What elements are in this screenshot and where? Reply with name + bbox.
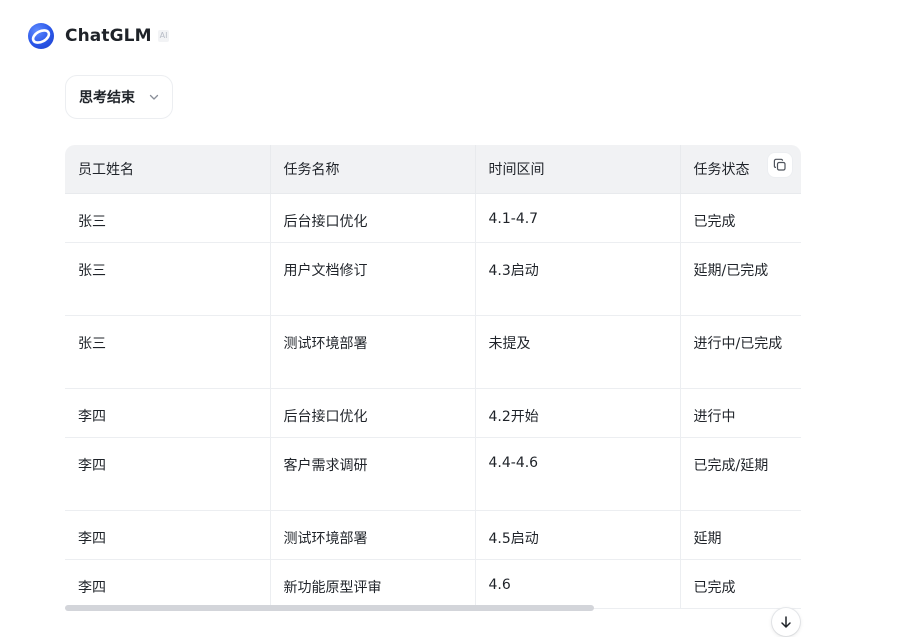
table-cell: 张三 xyxy=(65,315,271,389)
table-cell: 张三 xyxy=(65,193,271,243)
copy-table-button[interactable] xyxy=(768,153,792,177)
table-cell: 4.3启动 xyxy=(475,242,681,316)
brand: ChatGLM AI xyxy=(28,23,170,49)
table-cell: 张三 xyxy=(65,242,271,316)
table-cell: 李四 xyxy=(65,510,271,560)
table-row: 李四 客户需求调研 4.4-4.6 已完成/延期 xyxy=(65,437,801,511)
table-row: 张三 后台接口优化 4.1-4.7 已完成 xyxy=(65,193,801,243)
table-cell: 测试环境部署 xyxy=(270,315,476,389)
column-header: 员工姓名 xyxy=(65,145,271,194)
table-cell: 4.4-4.6 xyxy=(475,437,681,511)
table-cell: 李四 xyxy=(65,437,271,511)
table-cell: 已完成 xyxy=(680,559,801,609)
table-row: 李四 测试环境部署 4.5启动 延期 xyxy=(65,510,801,560)
table-cell: 后台接口优化 xyxy=(270,388,476,438)
chatglm-logo-icon xyxy=(28,23,54,49)
table-cell: 4.1-4.7 xyxy=(475,193,681,243)
chat-page: ChatGLM AI 思考结束 员工姓名 任务名称 时间区间 任务状态 张三 后… xyxy=(0,0,897,637)
column-header: 时间区间 xyxy=(475,145,681,194)
table-cell: 后台接口优化 xyxy=(270,193,476,243)
table-cell: 4.5启动 xyxy=(475,510,681,560)
scrollbar-thumb[interactable] xyxy=(65,605,594,611)
scroll-to-bottom-button[interactable] xyxy=(772,608,800,636)
copy-icon xyxy=(773,158,786,171)
horizontal-scrollbar[interactable] xyxy=(65,605,801,611)
table-cell: 已完成 xyxy=(680,193,801,243)
chevron-down-icon xyxy=(149,94,159,100)
table-cell: 新功能原型评审 xyxy=(270,559,476,609)
table-row: 张三 测试环境部署 未提及 进行中/已完成 xyxy=(65,315,801,389)
table-cell: 延期 xyxy=(680,510,801,560)
table-container: 员工姓名 任务名称 时间区间 任务状态 张三 后台接口优化 4.1-4.7 已完… xyxy=(65,145,801,613)
table-cell: 李四 xyxy=(65,559,271,609)
table-cell: 未提及 xyxy=(475,315,681,389)
table-cell: 测试环境部署 xyxy=(270,510,476,560)
brand-name: ChatGLM xyxy=(65,26,152,46)
column-header: 任务名称 xyxy=(270,145,476,194)
table-row: 张三 用户文档修订 4.3启动 延期/已完成 xyxy=(65,242,801,316)
table-cell: 进行中 xyxy=(680,388,801,438)
thinking-toggle-button[interactable]: 思考结束 xyxy=(65,75,173,119)
arrow-down-icon xyxy=(781,616,791,628)
table-cell: 客户需求调研 xyxy=(270,437,476,511)
table-cell: 李四 xyxy=(65,388,271,438)
table-row: 李四 后台接口优化 4.2开始 进行中 xyxy=(65,388,801,438)
table-header-row: 员工姓名 任务名称 时间区间 任务状态 xyxy=(65,145,801,194)
table-cell: 延期/已完成 xyxy=(680,242,801,316)
task-table: 员工姓名 任务名称 时间区间 任务状态 张三 后台接口优化 4.1-4.7 已完… xyxy=(65,145,801,609)
table-cell: 4.6 xyxy=(475,559,681,609)
table-row: 李四 新功能原型评审 4.6 已完成 xyxy=(65,559,801,609)
table-cell: 进行中/已完成 xyxy=(680,315,801,389)
thinking-label: 思考结束 xyxy=(79,90,135,106)
table-cell: 已完成/延期 xyxy=(680,437,801,511)
ai-badge: AI xyxy=(157,30,170,42)
table-cell: 4.2开始 xyxy=(475,388,681,438)
table-cell: 用户文档修订 xyxy=(270,242,476,316)
